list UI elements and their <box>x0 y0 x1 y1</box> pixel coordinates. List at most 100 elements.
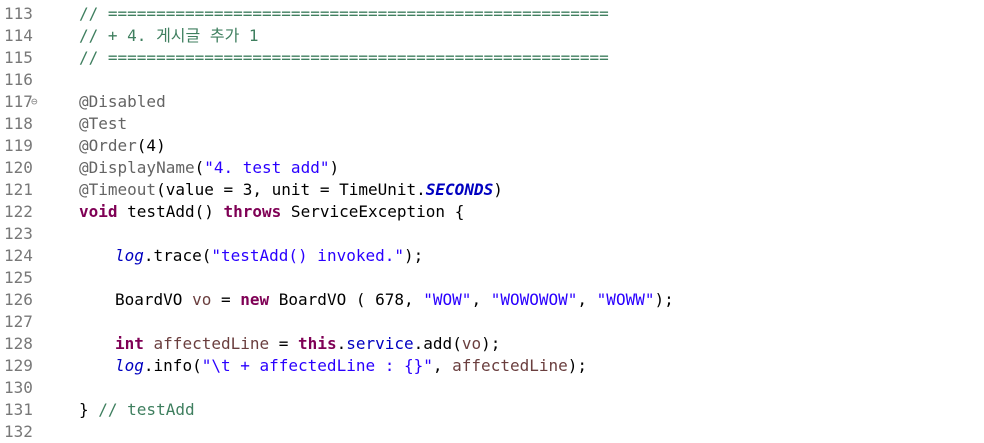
code-token: @Timeout <box>79 180 157 199</box>
code-line[interactable]: 115 // ==================================… <box>0 47 984 69</box>
line-number: 128 <box>4 334 33 353</box>
code-line[interactable]: 117 ⊖ @Disabled <box>0 91 984 113</box>
code-token: "\t + affectedLine : {}" <box>201 356 433 375</box>
line-number: 121 <box>4 180 33 199</box>
code-line[interactable]: 132 <box>0 421 984 443</box>
line-number: 129 <box>4 356 33 375</box>
code-text: log.trace("testAdd() invoked."); <box>115 245 423 267</box>
line-number: 117 <box>4 92 33 111</box>
code-token: @Order <box>79 136 137 155</box>
code-token: , <box>471 290 491 309</box>
code-token: ); <box>481 334 501 353</box>
line-number: 123 <box>4 224 33 243</box>
code-token: ( <box>194 158 205 177</box>
code-token: // =====================================… <box>79 4 609 23</box>
code-line[interactable]: 126 BoardVO vo = new BoardVO ( 678, "WOW"… <box>0 289 984 311</box>
code-token: (4) <box>136 136 166 155</box>
code-text: // =====================================… <box>79 3 609 25</box>
code-text: @DisplayName("4. test add") <box>79 157 339 179</box>
code-line[interactable]: 121 @Timeout(value = 3, unit = TimeUnit.S… <box>0 179 984 201</box>
code-editor[interactable]: 113 // ==================================… <box>0 0 984 443</box>
code-token: vo <box>461 334 482 353</box>
code-text: void testAdd() throws ServiceException { <box>79 201 464 223</box>
code-token: ServiceException { <box>281 202 465 221</box>
code-token: // + 4. 게시글 추가 1 <box>79 26 259 45</box>
code-token: ); <box>404 246 424 265</box>
line-number: 119 <box>4 136 33 155</box>
code-line[interactable]: 130 <box>0 377 984 399</box>
line-number: 125 <box>4 268 33 287</box>
code-text: @Timeout(value = 3, unit = TimeUnit.SECO… <box>79 179 503 201</box>
line-number: 132 <box>4 422 33 441</box>
line-number: 120 <box>4 158 33 177</box>
code-token: affectedLine <box>452 356 568 375</box>
code-line[interactable]: 119 @Order(4) <box>0 135 984 157</box>
code-token: (value = 3, unit = TimeUnit. <box>156 180 426 199</box>
code-token: "WOW" <box>423 290 472 309</box>
code-token: testAdd() <box>117 202 224 221</box>
code-token: int <box>115 334 144 353</box>
line-number: 127 <box>4 312 33 331</box>
code-line[interactable]: 118 @Test <box>0 113 984 135</box>
code-token: @Disabled <box>79 92 166 111</box>
code-token: "testAdd() invoked." <box>211 246 404 265</box>
code-line[interactable]: 128 int affectedLine = this.service.add(v… <box>0 333 984 355</box>
line-number: 126 <box>4 290 33 309</box>
code-line[interactable]: 123 <box>0 223 984 245</box>
code-token: .info( <box>143 356 202 375</box>
code-token: SECONDS <box>425 180 494 199</box>
code-line[interactable]: 129 log.info("\t + affectedLine : {}", af… <box>0 355 984 377</box>
code-line[interactable]: 114 // + 4. 게시글 추가 1 <box>0 25 984 47</box>
code-token: new <box>240 290 270 309</box>
code-line[interactable]: 116 <box>0 69 984 91</box>
code-token: .trace( <box>143 246 212 265</box>
code-token: this <box>298 334 337 353</box>
code-token: throws <box>223 202 282 221</box>
line-number: 124 <box>4 246 33 265</box>
code-token: ) <box>329 158 340 177</box>
code-line[interactable]: 122 void testAdd() throws ServiceExceptio… <box>0 201 984 223</box>
code-token: ); <box>654 290 674 309</box>
code-token: ) <box>493 180 503 199</box>
code-token: ); <box>567 356 588 375</box>
code-token: vo <box>192 290 212 309</box>
line-number: 118 <box>4 114 33 133</box>
code-text: @Order(4) <box>79 135 166 157</box>
code-text: @Test <box>79 113 127 135</box>
code-token: , <box>577 290 597 309</box>
code-token: void <box>79 202 118 221</box>
fold-collapse-icon[interactable]: ⊖ <box>31 91 38 113</box>
line-number: 116 <box>4 70 33 89</box>
line-number: 115 <box>4 48 33 67</box>
line-number: 114 <box>4 26 33 45</box>
code-token: .add( <box>413 334 462 353</box>
code-token: // testAdd <box>98 400 195 419</box>
code-line[interactable]: 125 <box>0 267 984 289</box>
code-text: BoardVO vo = new BoardVO ( 678, "WOW", "… <box>115 289 674 311</box>
code-token: BoardVO ( 678, <box>269 290 424 309</box>
code-token: = <box>211 290 241 309</box>
code-token: , <box>432 356 453 375</box>
code-line[interactable]: 120 @DisplayName("4. test add") <box>0 157 984 179</box>
code-token: log <box>115 356 144 375</box>
code-token: @Test <box>79 114 128 133</box>
code-line[interactable]: 127 <box>0 311 984 333</box>
code-text: // + 4. 게시글 추가 1 <box>79 25 259 47</box>
line-number: 130 <box>4 378 33 397</box>
code-text: int affectedLine = this.service.add(vo); <box>115 333 500 355</box>
code-text: log.info("\t + affectedLine : {}", affec… <box>115 355 587 377</box>
code-token: = <box>269 334 299 353</box>
code-token: @DisplayName <box>79 158 195 177</box>
code-token: log <box>115 246 144 265</box>
code-token: "4. test add" <box>204 158 330 177</box>
code-token: // =====================================… <box>79 48 609 67</box>
code-token: "WOWOWOW" <box>490 290 578 309</box>
code-text: @Disabled <box>79 91 166 113</box>
code-line[interactable]: 124 log.trace("testAdd() invoked."); <box>0 245 984 267</box>
code-line[interactable]: 113 // ==================================… <box>0 3 984 25</box>
code-token: } <box>79 400 99 419</box>
line-number: 131 <box>4 400 33 419</box>
line-number: 122 <box>4 202 33 221</box>
code-line[interactable]: 131} // testAdd <box>0 399 984 421</box>
code-token: affectedLine <box>143 334 270 353</box>
